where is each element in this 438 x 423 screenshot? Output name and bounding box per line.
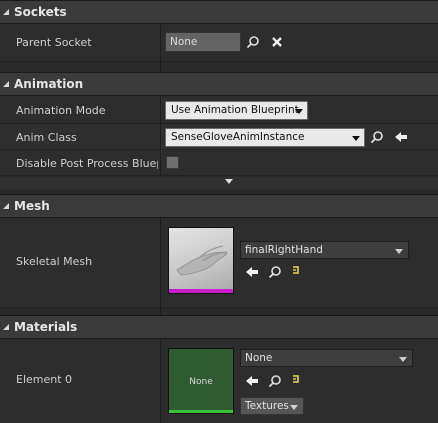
anim-class-value: SenseGloveAnimInstance (171, 131, 305, 143)
column-divider[interactable] (160, 24, 161, 72)
row-element-0: Element 0 None None Textures (0, 339, 438, 423)
advanced-expander[interactable] (0, 177, 438, 189)
arrow-left-icon[interactable] (394, 130, 408, 147)
chevron-down-icon (295, 109, 303, 114)
material-thumbnail[interactable]: None (168, 348, 234, 414)
disable-post-process-checkbox[interactable] (166, 156, 179, 169)
row-animation-mode: Animation Mode Use Animation Blueprint (0, 96, 438, 124)
textures-dropdown[interactable]: Textures (240, 397, 304, 415)
asset-find-icon[interactable] (290, 265, 302, 280)
textures-label: Textures (245, 400, 289, 412)
disable-post-process-label: Disable Post Process Blueprint (16, 157, 158, 170)
arrow-left-icon[interactable] (245, 265, 259, 282)
column-divider[interactable] (160, 96, 161, 177)
animation-mode-label: Animation Mode (16, 104, 106, 117)
row-parent-socket: Parent Socket None (0, 24, 438, 62)
section-title-sockets: Sockets (14, 5, 67, 19)
collapse-arrow-icon[interactable] (3, 203, 9, 209)
asset-find-icon[interactable] (290, 374, 302, 389)
chevron-down-icon (395, 249, 403, 254)
skeletal-mesh-dropdown[interactable]: finalRightHand (240, 241, 409, 259)
search-icon[interactable] (268, 265, 282, 282)
close-icon[interactable] (270, 35, 284, 52)
chevron-down-icon (352, 136, 360, 141)
parent-socket-label: Parent Socket (16, 36, 92, 49)
column-divider[interactable] (160, 218, 161, 315)
arrow-left-icon[interactable] (245, 374, 259, 391)
mesh-type-underline (169, 289, 233, 293)
details-panel: Sockets Parent Socket None Animation Ani… (0, 0, 438, 423)
skeletal-mesh-label: Skeletal Mesh (16, 255, 93, 268)
search-icon[interactable] (370, 130, 384, 147)
material-value: None (245, 352, 273, 364)
search-icon[interactable] (268, 374, 282, 391)
section-title-animation: Animation (14, 77, 84, 91)
column-divider[interactable] (160, 339, 161, 423)
anim-class-label: Anim Class (16, 131, 77, 144)
chevron-down-icon (290, 405, 298, 410)
material-dropdown[interactable]: None (240, 349, 413, 367)
collapse-arrow-icon[interactable] (3, 324, 9, 330)
row-disable-post-process: Disable Post Process Blueprint (0, 150, 438, 176)
material-thumbnail-text: None (189, 377, 213, 387)
expand-down-icon (225, 179, 233, 184)
section-title-materials: Materials (14, 320, 78, 334)
material-type-underline (169, 410, 233, 413)
collapse-arrow-icon[interactable] (3, 81, 9, 87)
skeletal-mesh-thumbnail[interactable] (168, 227, 234, 294)
parent-socket-field[interactable]: None (165, 32, 241, 52)
section-title-mesh: Mesh (14, 199, 50, 213)
row-skeletal-mesh: Skeletal Mesh finalRightHand (0, 218, 438, 308)
anim-class-dropdown[interactable]: SenseGloveAnimInstance (165, 128, 365, 147)
section-header-sockets[interactable]: Sockets (0, 0, 438, 24)
chevron-down-icon (399, 357, 407, 362)
search-icon[interactable] (246, 35, 260, 52)
animation-mode-value: Use Animation Blueprint (171, 104, 299, 116)
section-header-materials[interactable]: Materials (0, 315, 438, 339)
skeletal-mesh-value: finalRightHand (245, 244, 323, 256)
section-header-mesh[interactable]: Mesh (0, 194, 438, 218)
collapse-arrow-icon[interactable] (3, 9, 9, 15)
element-0-label: Element 0 (16, 373, 73, 386)
animation-mode-dropdown[interactable]: Use Animation Blueprint (165, 101, 308, 120)
row-anim-class: Anim Class SenseGloveAnimInstance (0, 124, 438, 150)
section-header-animation[interactable]: Animation (0, 72, 438, 96)
